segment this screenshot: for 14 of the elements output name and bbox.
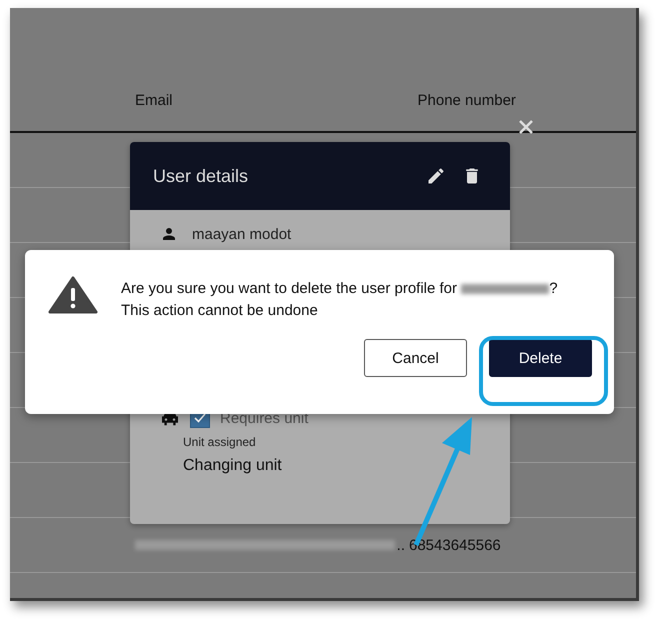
- dialog-title: User details: [153, 166, 250, 186]
- warning-icon: [48, 276, 98, 314]
- column-header: Email: [135, 92, 173, 109]
- close-icon[interactable]: [518, 119, 534, 135]
- user-name: maayan modot: [192, 226, 292, 242]
- table-cell: 68543645566: [409, 536, 501, 554]
- person-icon: [160, 225, 178, 243]
- column-header: Phone number: [418, 92, 516, 109]
- field-value: Changing unit: [183, 457, 283, 475]
- confirm-message: Are you sure you want to delete the user profile for ? This action cannot be undone: [121, 279, 558, 321]
- cancel-button[interactable]: Cancel: [364, 339, 467, 377]
- edit-icon[interactable]: [426, 166, 446, 186]
- delete-button[interactable]: Delete: [489, 339, 592, 377]
- field-label: Unit assigned: [183, 435, 257, 449]
